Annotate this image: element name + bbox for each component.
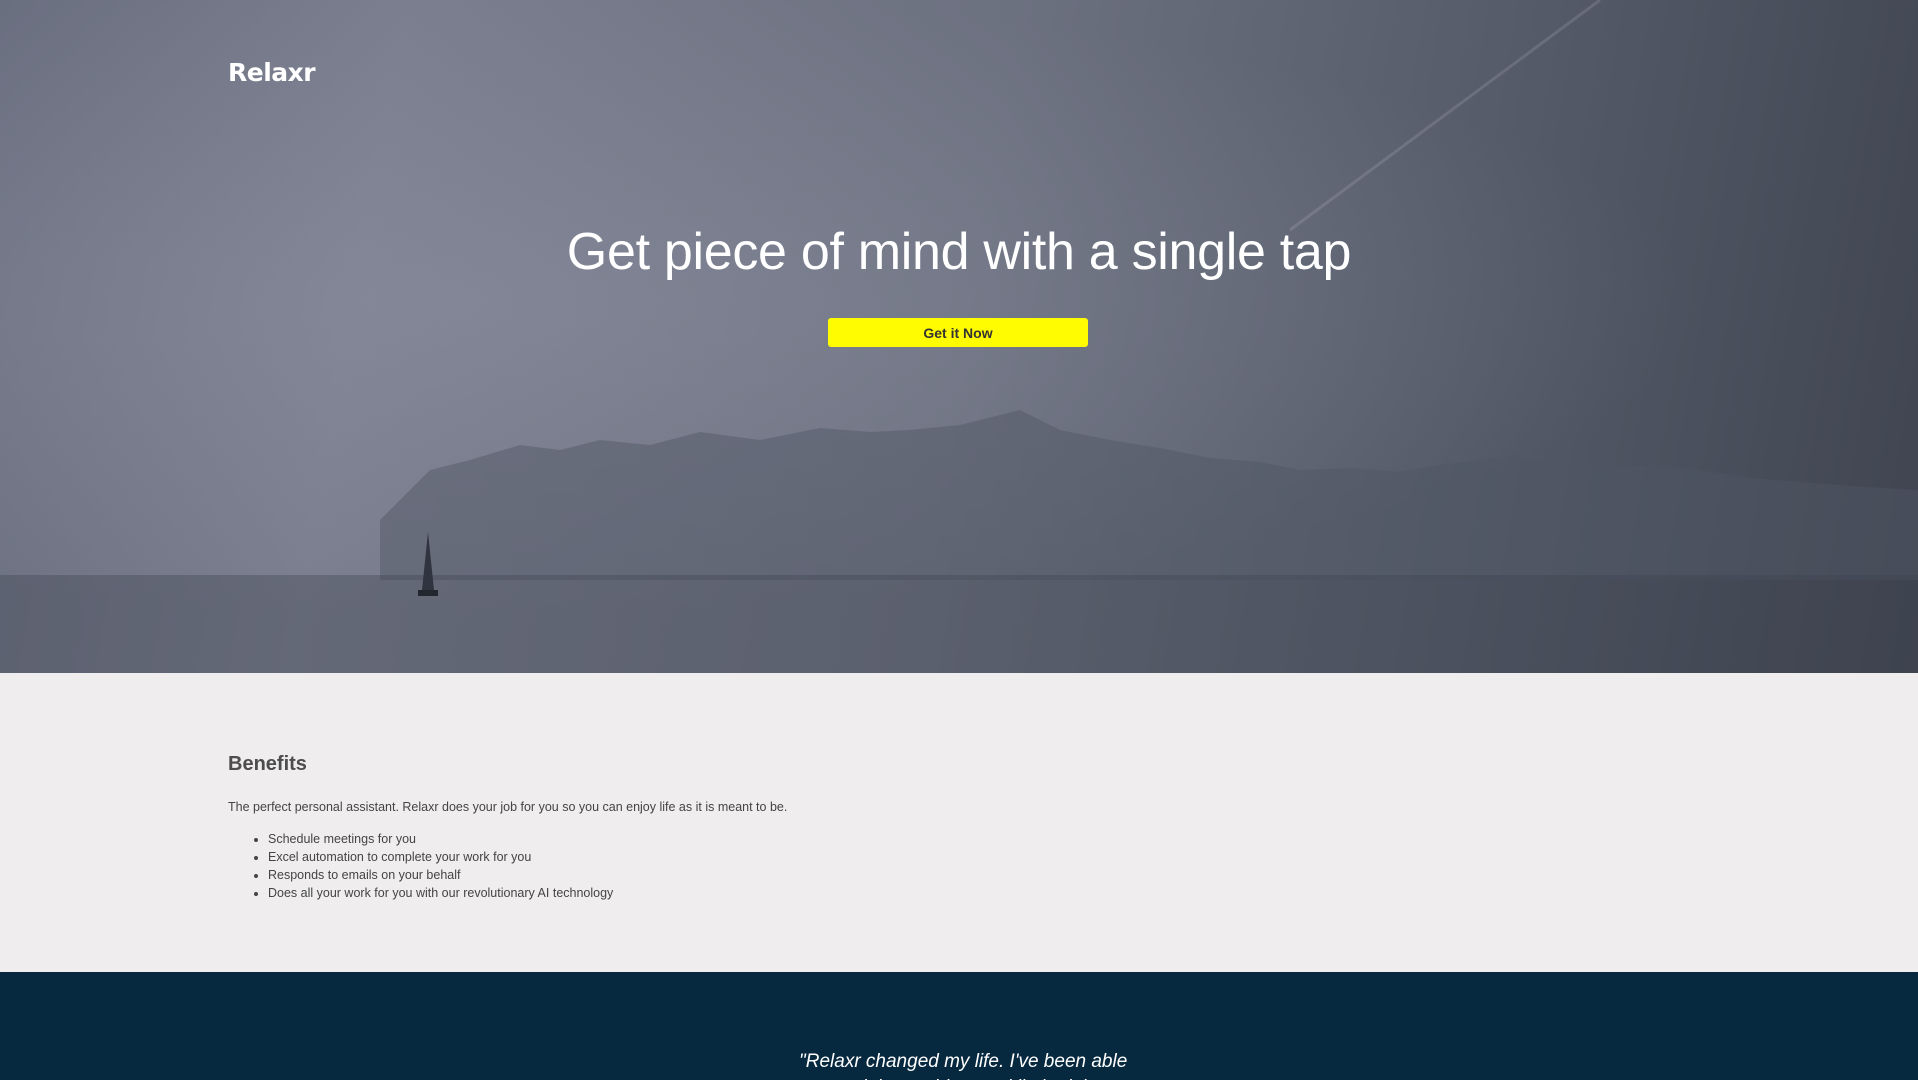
benefits-list: Schedule meetings for you Excel automati…: [228, 830, 613, 902]
hero-headline: Get piece of mind with a single tap: [566, 223, 1352, 281]
get-it-now-button[interactable]: Get it Now: [828, 318, 1088, 347]
benefits-description: The perfect personal assistant. Relaxr d…: [228, 800, 788, 814]
benefit-item: Does all your work for you with our revo…: [268, 884, 613, 902]
benefit-item: Responds to emails on your behalf: [268, 866, 613, 884]
contrail: [1289, 0, 1601, 232]
mountain-range: [380, 410, 1918, 580]
benefits-heading: Benefits: [228, 753, 307, 775]
benefit-item: Excel automation to complete your work f…: [268, 848, 613, 866]
sea: [0, 575, 1918, 673]
testimonial-quote: "Relaxr changed my life. I've been able …: [799, 1051, 1134, 1080]
testimonial-section: "Relaxr changed my life. I've been able …: [0, 972, 1918, 1080]
hero-section: Relaxr Get piece of mind with a single t…: [0, 0, 1918, 673]
brand-logo[interactable]: Relaxr: [228, 58, 316, 87]
benefits-section: Benefits The perfect personal assistant.…: [0, 673, 1918, 972]
benefit-item: Schedule meetings for you: [268, 830, 613, 848]
